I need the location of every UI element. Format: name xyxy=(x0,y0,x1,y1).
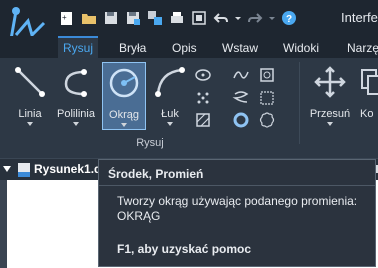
point-icon[interactable] xyxy=(194,89,212,107)
revision-cloud-icon[interactable] xyxy=(258,111,276,129)
open-folder-icon[interactable] xyxy=(80,9,98,27)
redo-icon[interactable] xyxy=(246,9,264,27)
polyline-label: Polilinia xyxy=(57,108,95,120)
help-icon[interactable]: ? xyxy=(280,9,298,27)
canvas-side-strip xyxy=(0,180,7,268)
arc-button[interactable]: Łuk xyxy=(148,62,192,130)
undo-icon[interactable] xyxy=(212,9,230,27)
rectangle-region-icon[interactable] xyxy=(258,66,276,84)
tooltip-title: Środek, Promień xyxy=(108,167,204,181)
tab-rysuj[interactable]: Rysuj xyxy=(58,36,99,58)
chevron-down-icon[interactable] xyxy=(327,122,333,126)
hatch-region-icon[interactable] xyxy=(258,89,276,107)
copy-label: Ko xyxy=(360,108,374,120)
drawing-file-icon xyxy=(18,163,30,177)
copy-button[interactable]: Ko xyxy=(358,62,378,130)
quick-access-toolbar: + ? xyxy=(58,8,298,28)
layers-icon[interactable] xyxy=(146,9,164,27)
ribbon-panel-label[interactable]: Rysuj xyxy=(0,137,300,149)
chevron-down-icon[interactable] xyxy=(27,122,33,126)
circle-label: Okrąg xyxy=(109,109,139,121)
undo-dropdown-icon[interactable] xyxy=(234,9,242,27)
svg-text:+: + xyxy=(62,13,67,22)
chevron-down-icon[interactable] xyxy=(121,123,127,127)
arc-icon xyxy=(155,67,185,97)
window-title: Interfe xyxy=(341,10,378,25)
line-button[interactable]: Linia xyxy=(8,62,52,130)
svg-text:?: ? xyxy=(286,14,292,25)
polyline-icon xyxy=(64,69,87,97)
line-icon xyxy=(15,67,45,97)
copy-icon xyxy=(361,69,378,95)
move-label: Przesuń xyxy=(309,108,351,120)
ellipse-icon[interactable] xyxy=(194,66,212,84)
tab-opis[interactable]: Opis xyxy=(172,38,197,58)
hatch-icon[interactable] xyxy=(194,111,212,129)
application-window: + ? Interfe Rysuj Bryła Opis Wstaw Widok… xyxy=(0,0,378,268)
arc-label: Łuk xyxy=(161,108,179,120)
tooltip-help: F1, aby uzyskać pomoc xyxy=(117,242,252,256)
multiline-icon[interactable] xyxy=(232,89,250,107)
tab-narzedzia[interactable]: Narzę xyxy=(347,38,378,58)
line-label: Linia xyxy=(18,108,42,120)
circle-tooltip: Środek, Promień Tworzy okrąg używając po… xyxy=(98,159,376,267)
spline-icon[interactable] xyxy=(232,66,250,84)
move-button[interactable]: Przesuń xyxy=(308,62,352,130)
chevron-down-icon[interactable] xyxy=(73,122,79,126)
save-icon[interactable] xyxy=(102,9,120,27)
viewport-icon[interactable] xyxy=(190,9,208,27)
tooltip-command: OKRĄG xyxy=(117,209,161,223)
chevron-down-icon[interactable] xyxy=(167,122,173,126)
tab-wstaw[interactable]: Wstaw xyxy=(222,38,258,58)
tooltip-description: Tworzy okrąg używając podanego promienia… xyxy=(117,194,358,208)
save-as-icon[interactable] xyxy=(124,9,142,27)
print-icon[interactable] xyxy=(168,9,186,27)
title-bar: + ? Interfe xyxy=(0,0,378,49)
circle-icon xyxy=(109,68,139,98)
new-icon[interactable]: + xyxy=(58,9,76,27)
move-icon xyxy=(314,66,346,98)
chevron-down-icon[interactable] xyxy=(3,165,11,173)
tab-widoki[interactable]: Widoki xyxy=(283,38,319,58)
tab-bryla[interactable]: Bryła xyxy=(119,38,146,58)
polyline-button[interactable]: Polilinia xyxy=(54,62,98,130)
ribbon-tab-bar: Rysuj Bryła Opis Wstaw Widoki Narzę xyxy=(0,36,378,58)
donut-icon[interactable] xyxy=(232,111,250,129)
circle-button[interactable]: Okrąg xyxy=(102,62,146,130)
tooltip-separator xyxy=(99,185,375,186)
document-tab[interactable]: Rysunek1.d xyxy=(34,162,101,180)
redo-dropdown-icon[interactable] xyxy=(268,9,276,27)
ribbon-divider xyxy=(299,62,300,144)
